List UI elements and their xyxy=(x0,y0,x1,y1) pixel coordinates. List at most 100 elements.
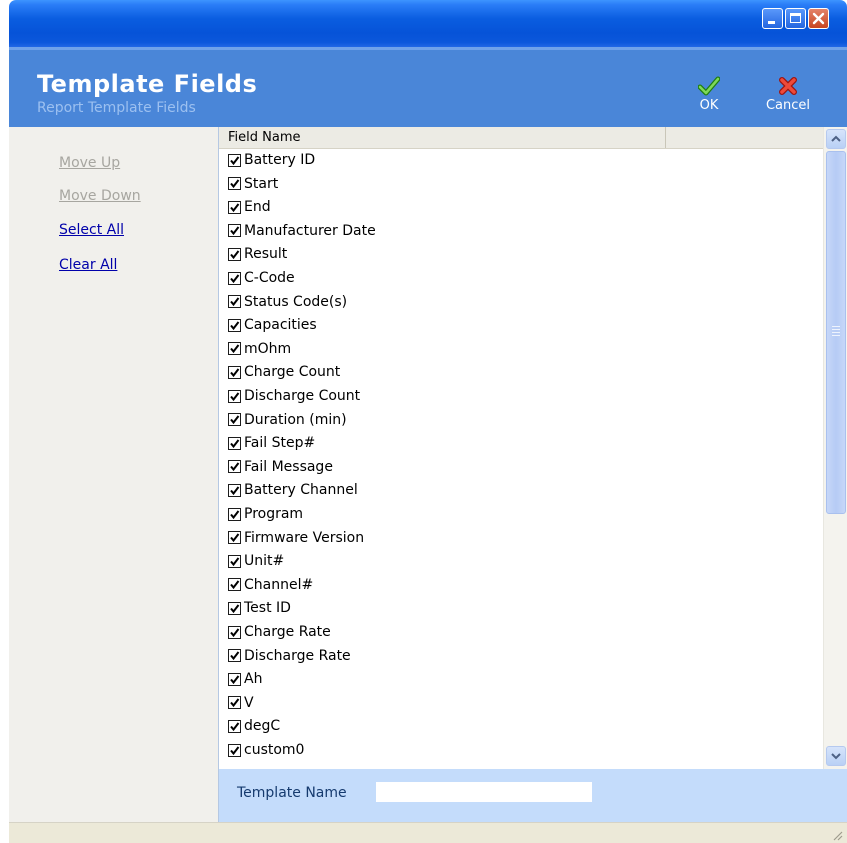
list-item[interactable]: End xyxy=(228,196,271,218)
cancel-x-icon xyxy=(779,77,797,95)
list-item[interactable]: Battery Channel xyxy=(228,479,358,501)
field-label: Battery Channel xyxy=(244,482,358,499)
vertical-scrollbar[interactable] xyxy=(823,127,847,769)
list-item[interactable]: Status Code(s) xyxy=(228,291,347,313)
column-header-field-name[interactable]: Field Name xyxy=(219,127,666,148)
field-label: Program xyxy=(244,506,304,522)
check-icon xyxy=(230,604,240,613)
field-checkbox[interactable] xyxy=(228,743,241,757)
list-item[interactable]: Discharge Rate xyxy=(228,645,351,667)
scroll-thumb[interactable] xyxy=(826,151,846,514)
field-label: Start xyxy=(244,175,279,192)
maximize-button[interactable] xyxy=(785,8,806,29)
check-icon xyxy=(230,627,240,637)
check-icon xyxy=(230,439,240,448)
field-checkbox[interactable] xyxy=(228,247,241,261)
list-item[interactable]: Charge Rate xyxy=(228,621,331,643)
move-down-link[interactable]: Move Down xyxy=(59,188,141,204)
template-name-input[interactable] xyxy=(376,782,592,802)
field-checkbox[interactable] xyxy=(228,625,241,639)
list-item[interactable]: Unit# xyxy=(228,550,284,572)
check-icon xyxy=(230,297,240,307)
list-item[interactable]: Manufacturer Date xyxy=(228,220,376,242)
list-item[interactable]: Charge Count xyxy=(228,361,340,383)
check-icon xyxy=(230,580,240,590)
check-icon xyxy=(230,250,240,259)
field-checkbox[interactable] xyxy=(228,436,241,450)
list-item[interactable]: Discharge Count xyxy=(228,385,360,407)
field-label: Battery ID xyxy=(244,152,316,168)
template-name-label: Template Name xyxy=(237,785,347,801)
field-checkbox[interactable] xyxy=(228,578,241,592)
actions-sidebar: Move Up Move Down Select All Clear All xyxy=(9,127,219,822)
field-checkbox[interactable] xyxy=(228,389,241,403)
list-item[interactable]: Capacities xyxy=(228,314,317,336)
field-checkbox[interactable] xyxy=(228,153,241,167)
list-item[interactable]: Program xyxy=(228,503,303,525)
list-item[interactable]: custom0 xyxy=(228,739,304,761)
list-item[interactable]: mOhm xyxy=(228,338,291,360)
close-button[interactable] xyxy=(808,8,829,29)
field-list[interactable]: Field Name Battery ID Start End Manufacture… xyxy=(219,127,847,769)
list-item[interactable]: Duration (min) xyxy=(228,409,347,431)
list-item[interactable]: Battery ID xyxy=(228,149,315,171)
template-name-bar: Template Name xyxy=(219,769,847,822)
field-checkbox[interactable] xyxy=(228,719,241,733)
field-label: mOhm xyxy=(244,340,292,357)
list-item[interactable]: C-Code xyxy=(228,267,295,289)
field-checkbox[interactable] xyxy=(228,177,241,191)
clear-all-link[interactable]: Clear All xyxy=(59,257,117,273)
select-all-link[interactable]: Select All xyxy=(59,222,124,238)
field-checkbox[interactable] xyxy=(228,342,241,356)
scroll-grip xyxy=(832,326,840,336)
list-item[interactable]: Result xyxy=(228,243,287,265)
field-checkbox[interactable] xyxy=(228,460,241,474)
check-icon xyxy=(230,533,240,543)
field-checkbox[interactable] xyxy=(228,483,241,497)
column-header-blank xyxy=(667,127,823,148)
cancel-button[interactable]: Cancel xyxy=(759,76,817,113)
list-item[interactable]: Start xyxy=(228,173,278,195)
window-titlebar[interactable] xyxy=(9,0,847,47)
checkmark-icon xyxy=(698,76,720,96)
field-checkbox[interactable] xyxy=(228,318,241,332)
field-checkbox[interactable] xyxy=(228,672,241,686)
list-item[interactable]: V xyxy=(228,692,254,714)
field-label: Capacities xyxy=(244,317,317,334)
status-bar xyxy=(9,822,847,843)
list-item[interactable]: degC xyxy=(228,715,280,737)
field-checkbox[interactable] xyxy=(228,271,241,285)
chevron-down-icon xyxy=(831,753,841,760)
ok-button[interactable]: OK xyxy=(694,76,724,113)
field-label: Manufacturer Date xyxy=(244,222,376,239)
field-checkbox[interactable] xyxy=(228,365,241,379)
move-up-link[interactable]: Move Up xyxy=(59,155,120,171)
field-checkbox[interactable] xyxy=(228,295,241,309)
list-item[interactable]: Ah xyxy=(228,668,262,690)
minimize-button[interactable] xyxy=(762,8,783,29)
field-checkbox[interactable] xyxy=(228,601,241,615)
check-icon xyxy=(230,557,240,566)
scroll-down-button[interactable] xyxy=(826,746,846,766)
field-checkbox[interactable] xyxy=(228,649,241,663)
field-checkbox[interactable] xyxy=(228,507,241,521)
field-label: Fail Message xyxy=(244,458,333,475)
field-checkbox[interactable] xyxy=(228,200,241,214)
field-label: Charge Count xyxy=(244,364,341,381)
field-label: degC xyxy=(244,718,281,735)
field-checkbox[interactable] xyxy=(228,696,241,710)
list-item[interactable]: Fail Step# xyxy=(228,432,315,454)
list-item[interactable]: Channel# xyxy=(228,574,313,596)
list-item[interactable]: Test ID xyxy=(228,597,291,619)
scroll-up-button[interactable] xyxy=(826,129,846,149)
field-checkbox[interactable] xyxy=(228,531,241,545)
check-icon xyxy=(230,486,240,495)
list-item[interactable]: Firmware Version xyxy=(228,527,364,549)
field-label: Channel# xyxy=(244,576,314,593)
list-item[interactable]: Fail Message xyxy=(228,456,333,478)
check-icon xyxy=(230,722,240,731)
resize-grip-icon[interactable] xyxy=(831,829,843,841)
field-checkbox[interactable] xyxy=(228,554,241,568)
field-checkbox[interactable] xyxy=(228,413,241,427)
field-checkbox[interactable] xyxy=(228,224,241,238)
